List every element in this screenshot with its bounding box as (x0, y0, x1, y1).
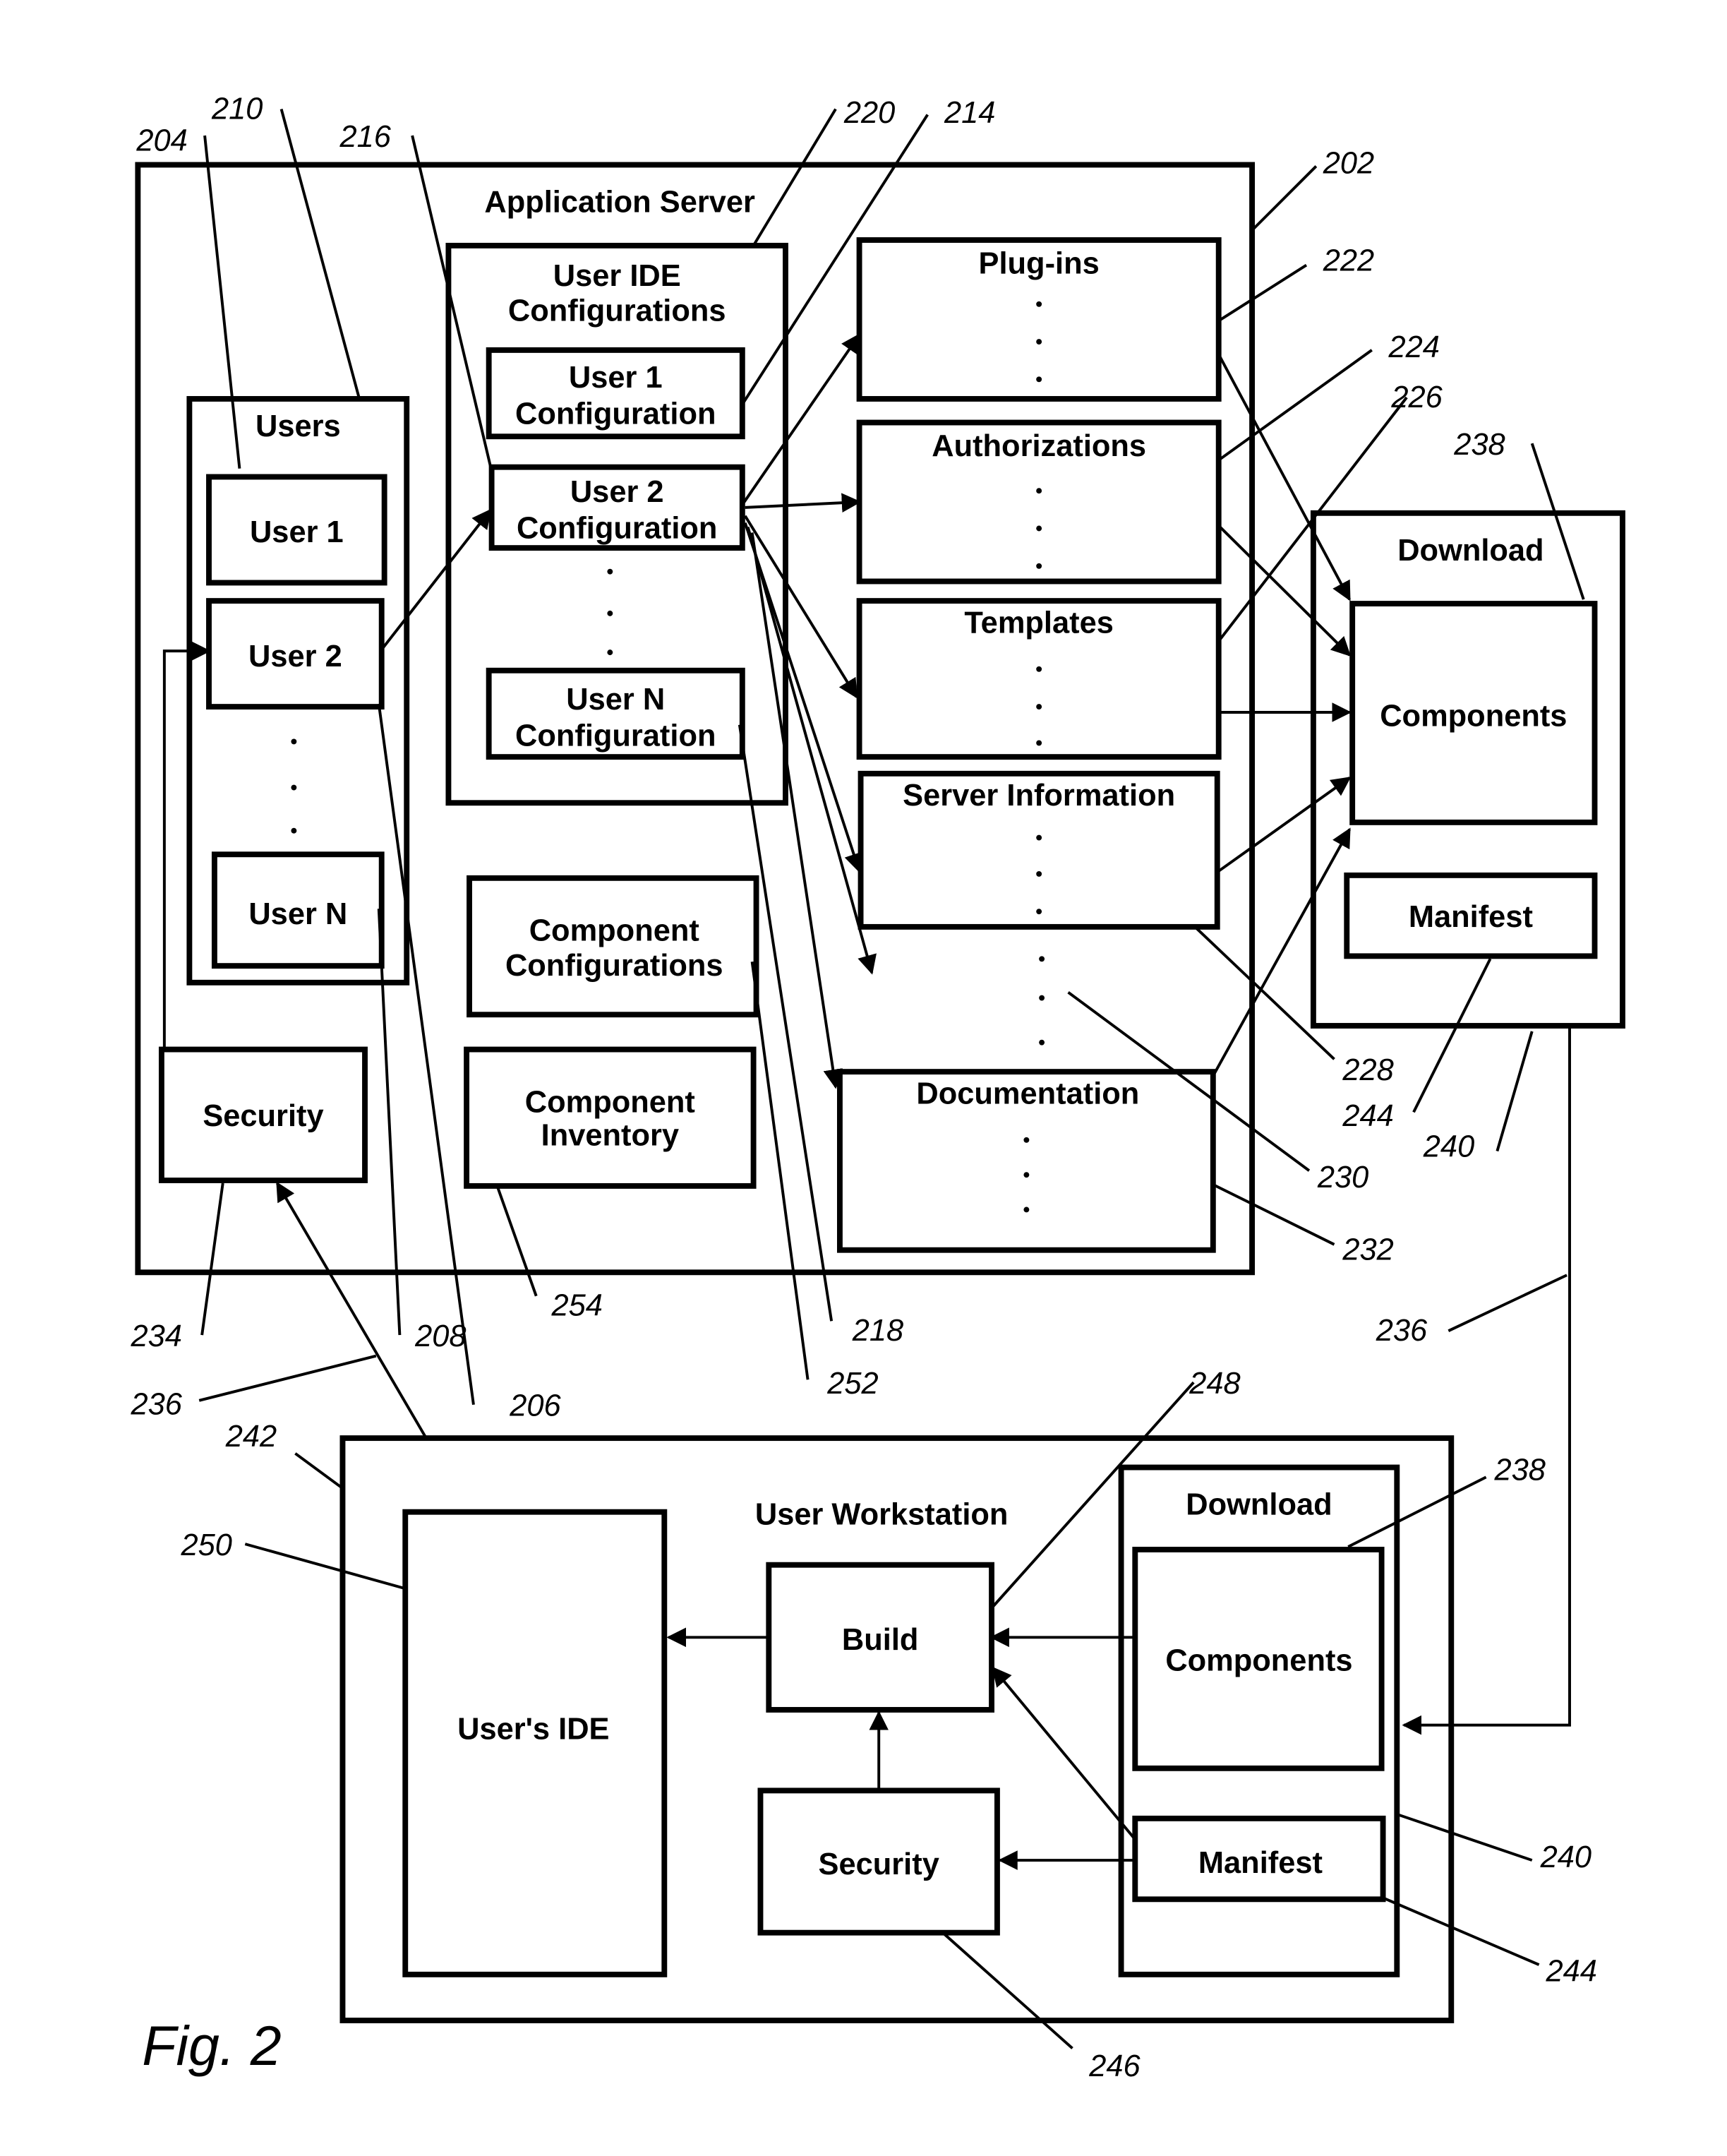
ref-240-workstation: 240 (1540, 1840, 1591, 1874)
workstation-manifest-label: Manifest (1198, 1846, 1323, 1880)
server-information-label: Server Information (903, 779, 1175, 813)
ref-214: 214 (944, 96, 995, 130)
user-n-config-line2: Configuration (515, 719, 716, 753)
documentation-label: Documentation (916, 1077, 1139, 1111)
ref-242: 242 (225, 1420, 277, 1454)
user-2-label: User 2 (248, 640, 342, 673)
ref-216: 216 (339, 120, 392, 154)
ref-226: 226 (1390, 381, 1443, 414)
plug-ins-label: Plug-ins (979, 246, 1100, 280)
ref-248: 248 (1189, 1367, 1240, 1401)
user-1-config-line1: User 1 (569, 361, 663, 395)
user-n-label: User N (248, 897, 347, 931)
users-group: Users User 1 User 2 User N (186, 396, 410, 986)
user-1-config-line2: Configuration (515, 397, 716, 431)
templates-label: Templates (964, 606, 1113, 640)
server-security-label: Security (203, 1099, 323, 1133)
ref-244-server: 244 (1342, 1099, 1393, 1133)
ref-236-left: 236 (130, 1388, 182, 1422)
user-ide-config-title-2: Configurations (508, 294, 726, 328)
user-workstation: User Workstation User's IDE Build Securi… (339, 1435, 1455, 2023)
ref-230: 230 (1317, 1161, 1368, 1194)
ref-208: 208 (414, 1319, 466, 1353)
figure-label: Fig. 2 (142, 2015, 281, 2077)
component-inventory-line2: Inventory (541, 1119, 679, 1153)
workstation-components-label: Components (1165, 1644, 1352, 1678)
server-components-label: Components (1380, 700, 1567, 733)
user-2-config-line1: User 2 (570, 475, 664, 509)
ref-204: 204 (136, 124, 187, 158)
users-title: Users (255, 409, 341, 443)
ref-210: 210 (211, 92, 263, 126)
user-ide-configurations: User IDE Configurations User 1 Configura… (445, 242, 788, 806)
patent-diagram: Application Server Users User 1 User 2 U… (130, 92, 1625, 2083)
ref-236-right: 236 (1376, 1314, 1428, 1348)
ref-240-server: 240 (1423, 1130, 1474, 1163)
ref-238-server: 238 (1453, 428, 1505, 462)
ref-252: 252 (826, 1367, 878, 1401)
user-1-label: User 1 (250, 515, 344, 549)
ref-206: 206 (509, 1389, 561, 1423)
ref-250: 250 (181, 1528, 232, 1562)
ref-224: 224 (1388, 330, 1439, 364)
component-inventory-line1: Component (525, 1085, 695, 1119)
server-download-title: Download (1397, 534, 1544, 568)
workstation-security-label: Security (819, 1847, 939, 1881)
ref-228: 228 (1342, 1053, 1393, 1087)
ref-220: 220 (843, 96, 895, 130)
workstation-download-title: Download (1186, 1488, 1332, 1522)
user-2-config-line2: Configuration (517, 511, 718, 545)
server-manifest-label: Manifest (1409, 900, 1533, 934)
ref-202: 202 (1323, 146, 1374, 180)
ref-254: 254 (550, 1288, 602, 1322)
application-server-title: Application Server (484, 186, 755, 220)
component-configurations-line2: Configurations (505, 949, 723, 983)
ref-222: 222 (1323, 244, 1374, 277)
users-ide-label: User's IDE (457, 1712, 609, 1746)
ref-238-workstation: 238 (1493, 1453, 1545, 1487)
authorizations-label: Authorizations (932, 429, 1146, 463)
user-n-config-line1: User N (566, 683, 665, 717)
component-configurations-line1: Component (529, 914, 699, 948)
ref-234: 234 (130, 1319, 181, 1353)
ref-246: 246 (1088, 2049, 1141, 2083)
ref-232: 232 (1342, 1233, 1393, 1267)
ref-218: 218 (852, 1314, 903, 1348)
resources: Plug-ins Authorizations Templates Server… (837, 237, 1222, 1253)
build-label: Build (842, 1623, 919, 1657)
user-workstation-title: User Workstation (755, 1497, 1009, 1531)
ref-244-workstation: 244 (1545, 1955, 1596, 1989)
server-download: Download Components Manifest (1310, 510, 1625, 1029)
user-ide-config-title-1: User IDE (553, 259, 681, 293)
